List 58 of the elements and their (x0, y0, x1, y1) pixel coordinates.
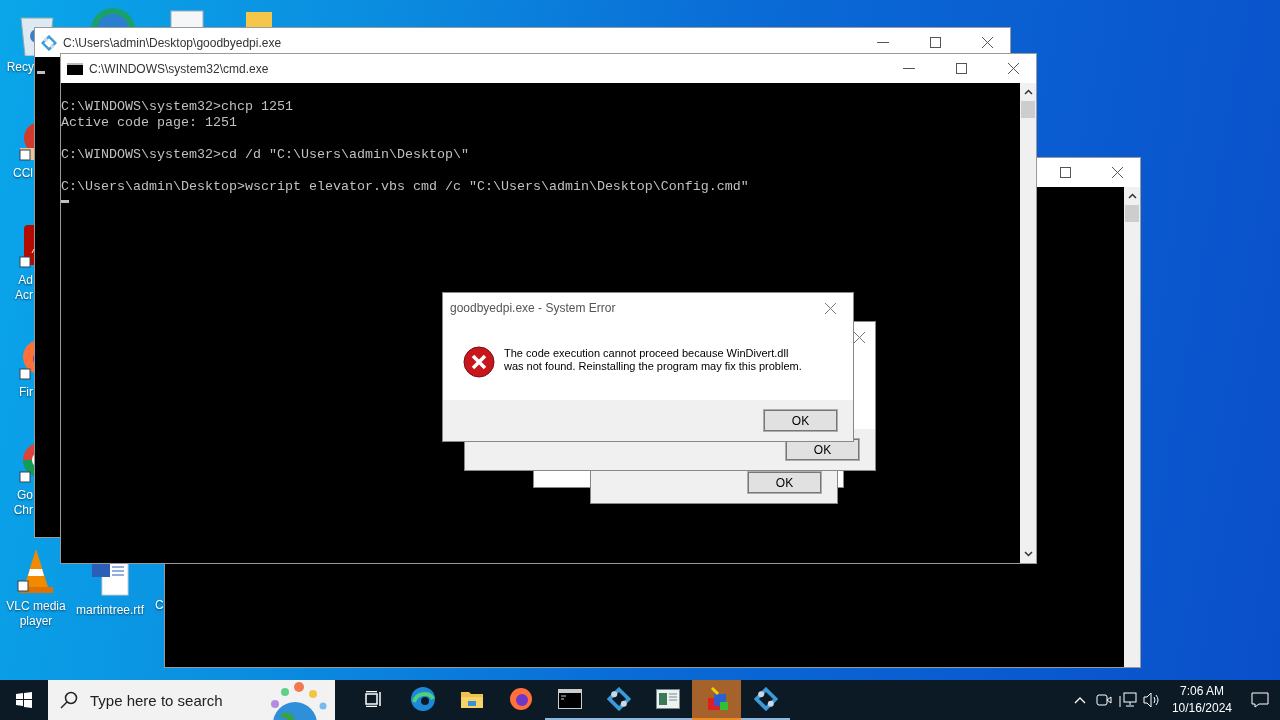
volume-icon (1142, 692, 1161, 708)
icon-label: CCl (12, 166, 33, 181)
icon-label: VLC media player (6, 599, 66, 629)
icon-label: Fir (18, 385, 33, 400)
icon-label: Go Chr (12, 488, 33, 518)
chevron-up-icon (1073, 696, 1086, 704)
close-icon (981, 37, 993, 48)
folder-icon (459, 689, 484, 709)
window-title: C:\Users\admin\Desktop\goodbyedpi.exe (63, 35, 283, 50)
maximize-icon (1059, 167, 1071, 178)
task-view-icon (364, 691, 383, 707)
window-title: C:\WINDOWS\system32\cmd.exe (89, 61, 270, 76)
scrollbar[interactable] (1020, 83, 1036, 563)
text-cursor (61, 200, 69, 203)
search-input[interactable]: Type here to search (88, 690, 262, 710)
terminal-icon (557, 689, 582, 709)
icon-label: Ad Acr (14, 273, 33, 303)
text-cursor (37, 71, 45, 74)
scroll-thumb[interactable] (1021, 101, 1035, 118)
error-message: The code execution cannot proceed because WinDivert.dll was not found. Reinstalling the program may fix this problem. (504, 347, 802, 373)
scroll-down-icon (1023, 551, 1033, 557)
scroll-up-icon (1023, 89, 1033, 95)
scrollbar[interactable] (1124, 187, 1140, 667)
close-icon (1111, 167, 1123, 178)
terminal-icon (67, 62, 83, 75)
network-icon (1118, 692, 1137, 708)
scroll-thumb[interactable] (1125, 205, 1139, 222)
close-icon (1007, 63, 1019, 74)
camera-icon (1095, 693, 1112, 707)
windows-logo-icon (16, 692, 32, 708)
firefox-icon (508, 687, 533, 711)
error-icon (463, 346, 495, 378)
console-line: C:\Users\admin\Desktop>wscript elevator.vbs cmd /c "C:\Users\admin\Desktop\Config.cmd" (61, 179, 750, 195)
ok-button[interactable]: OK (763, 409, 838, 432)
window-icon (655, 689, 680, 709)
maximize-icon (929, 37, 941, 48)
app-icon (41, 34, 57, 51)
console-line: Active code page: 1251 (61, 115, 238, 131)
icon-label: martintree.rtf (76, 603, 144, 618)
dialog-title: goodbyedpi.exe - System Error (450, 301, 617, 315)
icon-label: Recy (5, 60, 34, 75)
scroll-up-icon (1127, 193, 1137, 199)
close-icon (853, 331, 865, 343)
clock[interactable]: 7:06 AM 10/16/2024 (1163, 680, 1240, 720)
message-icon (1251, 692, 1269, 708)
diamond-app-icon (753, 687, 778, 711)
search-icon (60, 691, 78, 709)
maximize-icon (955, 63, 967, 74)
minimize-icon (903, 67, 915, 70)
console-line: C:\WINDOWS\system32>chcp 1251 (61, 99, 294, 115)
edge-icon (409, 686, 436, 712)
ok-button[interactable]: OK (747, 471, 822, 494)
close-icon (824, 302, 836, 314)
icon-label: C (155, 598, 164, 613)
search-bar[interactable]: Type here to search (48, 680, 335, 720)
minimize-icon (877, 41, 889, 44)
console-line: C:\WINDOWS\system32>cd /d "C:\Users\admin\Desktop\" (61, 147, 470, 163)
diamond-app-icon (606, 687, 631, 711)
